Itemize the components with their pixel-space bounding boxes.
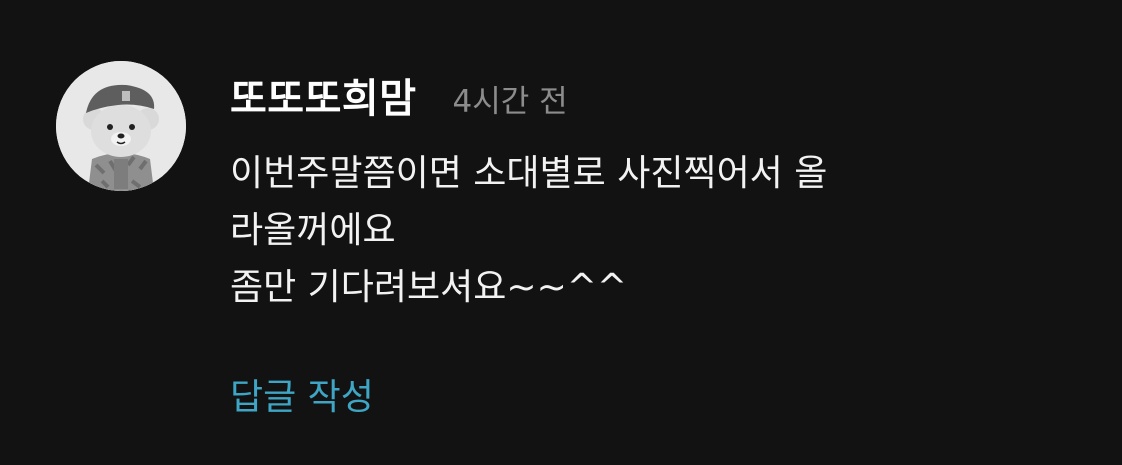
- comment-timestamp: 4시간 전: [452, 84, 568, 120]
- comment-item: 또또또희맘 4시간 전 이번주말쯤이면 소대별로 사진찍어서 올 라올꺼에요 좀…: [0, 0, 1122, 465]
- reply-button[interactable]: 답글 작성: [230, 368, 374, 420]
- bear-soldier-avatar-icon: [56, 61, 186, 191]
- comment-header: 또또또희맘 4시간 전: [230, 66, 568, 126]
- author-name[interactable]: 또또또희맘: [230, 66, 417, 124]
- comment-text: 이번주말쯤이면 소대별로 사진찍어서 올 라올꺼에요 좀만 기다려보셔요~~^^: [230, 153, 828, 308]
- avatar[interactable]: [56, 61, 186, 191]
